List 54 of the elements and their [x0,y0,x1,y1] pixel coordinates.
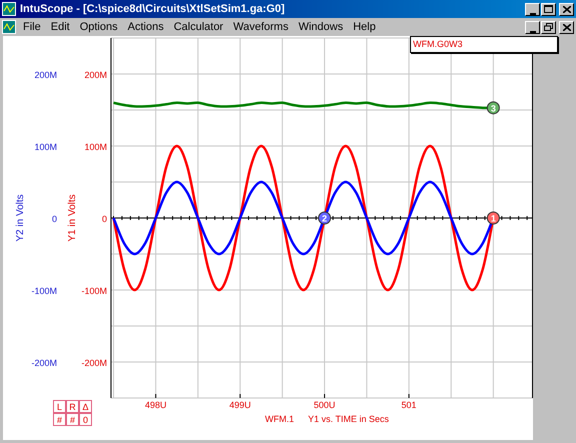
menu-item[interactable]: File [18,18,46,36]
series-label: 3 [490,103,496,114]
legend-label: WFM.G0W3 [410,36,558,53]
series-label: 1 [490,214,496,224]
menu-item[interactable]: Waveforms [228,18,294,36]
waveform-label: WFM.1 [265,414,294,424]
maximize-icon [544,5,553,13]
y1-axis-title: Y1 in Volts [67,194,78,242]
x-tick-label: 501 [401,400,416,410]
cursor-button[interactable]: 0 [79,413,92,426]
close-button[interactable] [559,20,574,34]
menu-item[interactable]: Help [348,18,381,36]
y1-tick-label: 200M [84,70,107,80]
x-tick-label: 499U [229,400,251,410]
waveform-marker[interactable]: 2 [318,212,332,224]
cursor-button[interactable]: L [53,400,66,413]
waveform-marker[interactable]: 1 [486,212,500,224]
window-title: IntuScope - [C:\spice8d\Circuits\XtlSetSim1.ga:G0] [20,2,286,17]
y2-tick-label: -100M [31,286,57,296]
cursor-button[interactable]: R [66,400,79,413]
x-tick-label: 498U [144,400,166,410]
y2-tick-label: -200M [31,358,57,368]
x-tick-label: 500U [314,400,336,410]
menu-item[interactable]: Actions [122,18,169,36]
document-icon [2,20,16,34]
y2-tick-label: 100M [34,142,57,152]
cursor-button[interactable]: # [66,413,79,426]
waveform-marker[interactable]: 3 [486,101,500,114]
y1-tick-label: -200M [81,358,107,368]
close-button[interactable] [559,2,574,16]
cursor-button[interactable]: # [53,413,66,426]
menu-item[interactable]: Options [74,18,123,36]
x-axis-title: Y1 vs. TIME in Secs [308,414,389,424]
menu-item[interactable]: Windows [293,18,348,36]
y2-tick-label: 0 [52,214,57,224]
y2-axis-title: Y2 in Volts [15,194,26,242]
cursor-button[interactable]: Δ [79,400,92,413]
minimize-button[interactable] [525,20,540,34]
y1-tick-label: -100M [81,286,107,296]
y1-tick-label: 0 [102,214,107,224]
minimize-button[interactable] [525,2,540,16]
minimize-icon [530,12,536,14]
restore-button[interactable] [541,20,556,34]
minimize-icon [530,30,536,32]
close-icon [562,6,570,12]
y2-tick-label: 200M [34,70,57,80]
app-icon [2,2,16,16]
menu-item[interactable]: Calculator [168,18,228,36]
restore-icon [544,23,553,31]
close-icon [562,24,570,30]
maximize-button[interactable] [541,2,556,16]
series-label: 2 [322,214,328,224]
y1-tick-label: 100M [84,142,107,152]
menu-item[interactable]: Edit [46,18,75,36]
